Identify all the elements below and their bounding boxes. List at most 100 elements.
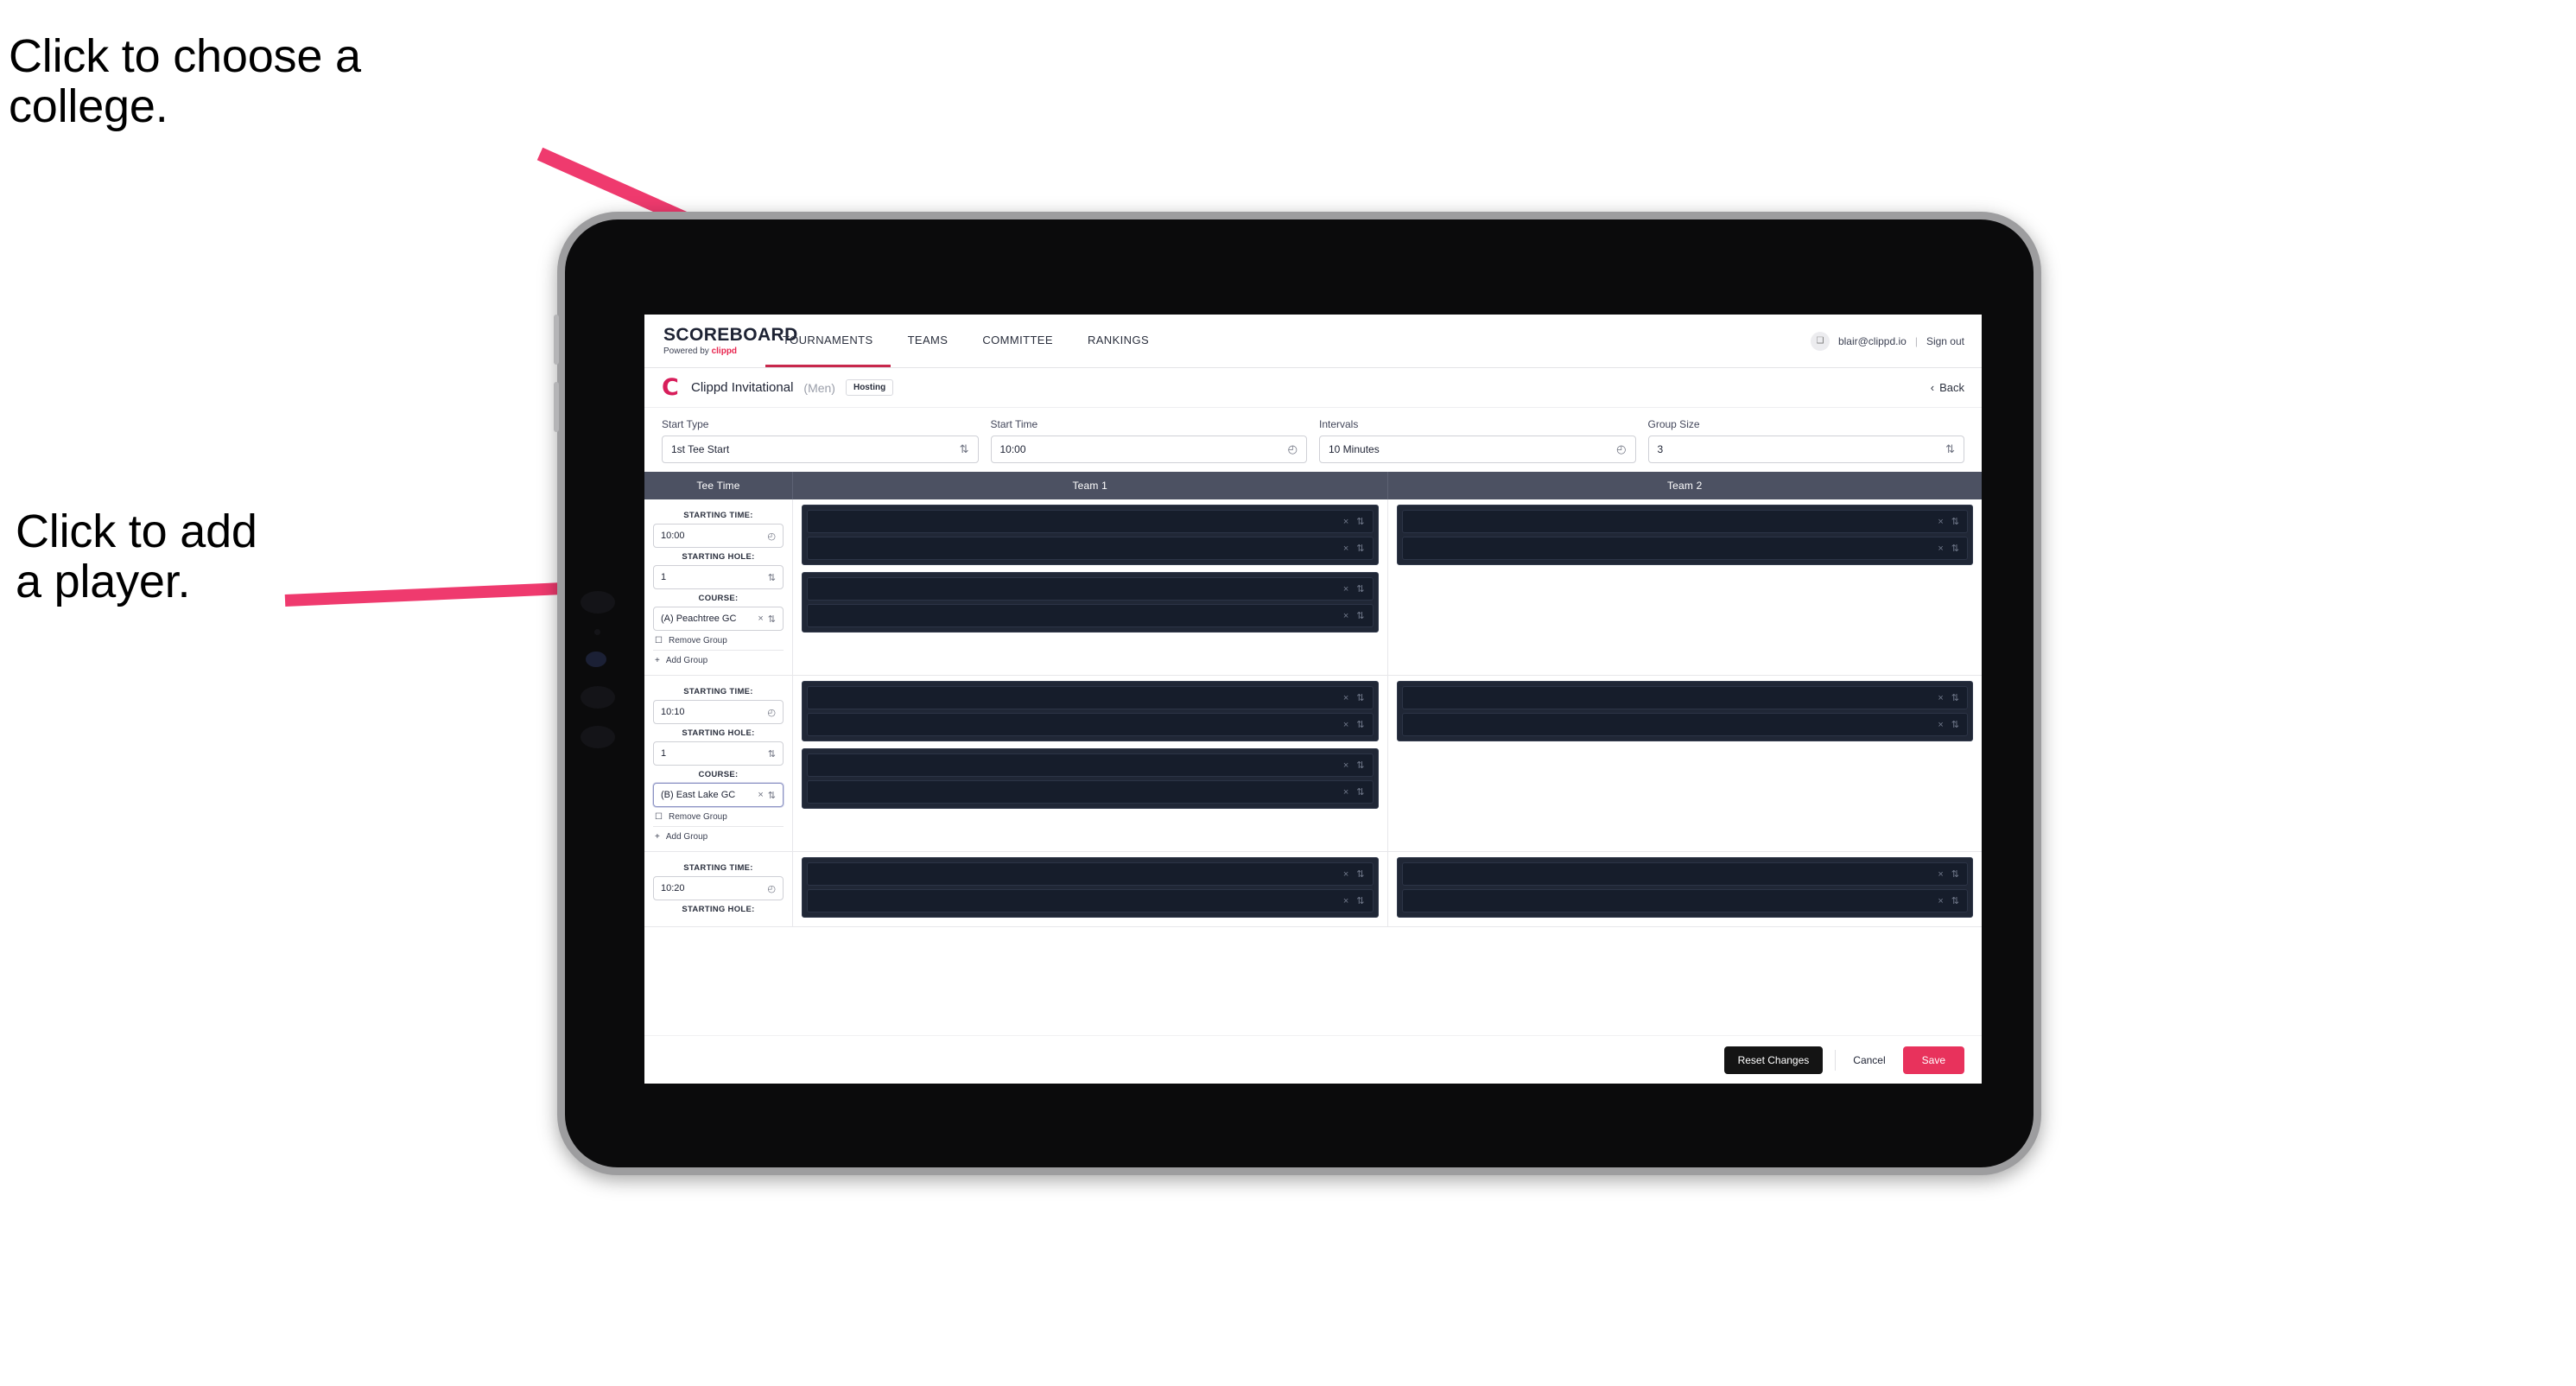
cancel-button[interactable]: Cancel <box>1848 1046 1890 1074</box>
player-slot[interactable]: × ⇅ <box>807 604 1374 627</box>
stepper-icon[interactable]: ⇅ <box>768 748 776 760</box>
clock-icon[interactable]: ◴ <box>1616 442 1626 456</box>
stepper-icon[interactable]: ⇅ <box>768 790 776 801</box>
volume-down-button[interactable] <box>554 382 559 432</box>
intervals-input[interactable]: 10 Minutes ◴ <box>1319 436 1636 463</box>
clear-player-icon[interactable]: × <box>1343 584 1348 594</box>
player-slot[interactable]: × ⇅ <box>807 510 1374 533</box>
back-button[interactable]: ‹ Back <box>1931 381 1964 394</box>
player-slot[interactable]: × ⇅ <box>1401 537 1968 560</box>
nav-tab-teams[interactable]: TEAMS <box>891 315 966 367</box>
player-slot[interactable]: × ⇅ <box>807 862 1374 886</box>
team-2-cell[interactable]: × ⇅ × ⇅ <box>1388 852 1983 926</box>
player-slot[interactable]: × ⇅ <box>807 537 1374 560</box>
player-slot[interactable]: × ⇅ <box>807 780 1374 804</box>
player-slot[interactable]: × ⇅ <box>1401 862 1968 886</box>
team-1-cell[interactable]: × ⇅ × ⇅ × ⇅ × ⇅ <box>793 676 1388 851</box>
team-2-cell[interactable]: × ⇅ × ⇅ <box>1388 676 1983 851</box>
player-slot[interactable]: × ⇅ <box>807 889 1374 912</box>
player-group[interactable]: × ⇅ × ⇅ <box>802 748 1379 809</box>
remove-group-button[interactable]: ☐ Remove Group <box>653 807 784 827</box>
stepper-icon[interactable]: ⇅ <box>768 614 776 625</box>
player-group[interactable]: × ⇅ × ⇅ <box>802 857 1379 918</box>
clock-icon[interactable]: ◴ <box>767 531 776 542</box>
reset-changes-button[interactable]: Reset Changes <box>1723 1046 1824 1074</box>
player-stepper-icon[interactable]: ⇅ <box>1951 868 1959 880</box>
clear-player-icon[interactable]: × <box>1343 787 1348 798</box>
player-slot[interactable]: × ⇅ <box>807 686 1374 709</box>
stepper-icon[interactable]: ⇅ <box>960 442 969 456</box>
starting-hole-input[interactable]: 1 ⇅ <box>653 565 784 589</box>
remove-group-button[interactable]: ☐ Remove Group <box>653 631 784 651</box>
player-slot[interactable]: × ⇅ <box>1401 510 1968 533</box>
course-select[interactable]: (B) East Lake GC × ⇅ <box>653 783 784 807</box>
starting-time-input[interactable]: 10:20 ◴ <box>653 876 784 900</box>
team-1-cell[interactable]: × ⇅ × ⇅ <box>793 852 1388 926</box>
nav-tab-committee[interactable]: COMMITTEE <box>965 315 1070 367</box>
stepper-icon[interactable]: ⇅ <box>768 572 776 583</box>
clear-player-icon[interactable]: × <box>1938 869 1943 880</box>
player-stepper-icon[interactable]: ⇅ <box>1951 719 1959 730</box>
clear-player-icon[interactable]: × <box>1938 720 1943 730</box>
player-group[interactable]: × ⇅ × ⇅ <box>1396 857 1973 918</box>
player-stepper-icon[interactable]: ⇅ <box>1356 583 1364 594</box>
nav-tab-tournaments[interactable]: TOURNAMENTS <box>765 315 891 367</box>
tee-time-table-body[interactable]: STARTING TIME: 10:00 ◴ STARTING HOLE: 1 ⇅ COUR… <box>644 499 1982 1035</box>
player-slot[interactable]: × ⇅ <box>807 577 1374 601</box>
start-type-select[interactable]: 1st Tee Start ⇅ <box>662 436 979 463</box>
player-stepper-icon[interactable]: ⇅ <box>1356 760 1364 771</box>
player-slot[interactable]: × ⇅ <box>807 713 1374 736</box>
starting-time-input[interactable]: 10:00 ◴ <box>653 524 784 548</box>
clear-player-icon[interactable]: × <box>1343 611 1348 621</box>
group-size-select[interactable]: 3 ⇅ <box>1647 436 1964 463</box>
player-stepper-icon[interactable]: ⇅ <box>1356 786 1364 798</box>
player-stepper-icon[interactable]: ⇅ <box>1951 516 1959 527</box>
avatar[interactable]: ❑ <box>1810 331 1830 351</box>
player-group[interactable]: × ⇅ × ⇅ <box>1396 681 1973 741</box>
clear-player-icon[interactable]: × <box>1343 760 1348 771</box>
save-button[interactable]: Save <box>1902 1046 1964 1074</box>
clear-player-icon[interactable]: × <box>1938 693 1943 703</box>
player-stepper-icon[interactable]: ⇅ <box>1356 543 1364 554</box>
team-2-cell[interactable]: × ⇅ × ⇅ <box>1388 499 1983 675</box>
volume-up-button[interactable] <box>554 315 559 365</box>
nav-tab-rankings[interactable]: RANKINGS <box>1070 315 1166 367</box>
clear-player-icon[interactable]: × <box>1343 720 1348 730</box>
clear-player-icon[interactable]: × <box>1343 693 1348 703</box>
player-stepper-icon[interactable]: ⇅ <box>1951 692 1959 703</box>
player-stepper-icon[interactable]: ⇅ <box>1951 543 1959 554</box>
clear-player-icon[interactable]: × <box>1938 544 1943 554</box>
start-time-input[interactable]: 10:00 ◴ <box>990 436 1307 463</box>
stepper-icon[interactable]: ⇅ <box>1945 442 1955 456</box>
clock-icon[interactable]: ◴ <box>767 707 776 718</box>
clear-course-icon[interactable]: × <box>758 790 763 800</box>
player-slot[interactable]: × ⇅ <box>1401 713 1968 736</box>
player-group[interactable]: × ⇅ × ⇅ <box>802 505 1379 565</box>
clear-player-icon[interactable]: × <box>1343 544 1348 554</box>
player-stepper-icon[interactable]: ⇅ <box>1356 719 1364 730</box>
brand-logo[interactable]: SCOREBOARD Powered by clippd <box>644 315 797 367</box>
player-stepper-icon[interactable]: ⇅ <box>1356 516 1364 527</box>
clock-icon[interactable]: ◴ <box>767 883 776 894</box>
player-slot[interactable]: × ⇅ <box>807 753 1374 777</box>
clear-player-icon[interactable]: × <box>1938 896 1943 906</box>
clear-player-icon[interactable]: × <box>1938 517 1943 527</box>
course-select[interactable]: (A) Peachtree GC × ⇅ <box>653 607 784 631</box>
team-1-cell[interactable]: × ⇅ × ⇅ × ⇅ × ⇅ <box>793 499 1388 675</box>
clock-icon[interactable]: ◴ <box>1288 442 1298 456</box>
clear-player-icon[interactable]: × <box>1343 517 1348 527</box>
player-stepper-icon[interactable]: ⇅ <box>1356 692 1364 703</box>
sign-out-link[interactable]: Sign out <box>1926 335 1964 347</box>
clear-course-icon[interactable]: × <box>758 614 763 624</box>
player-stepper-icon[interactable]: ⇅ <box>1356 610 1364 621</box>
starting-hole-input[interactable]: 1 ⇅ <box>653 741 784 766</box>
player-stepper-icon[interactable]: ⇅ <box>1356 895 1364 906</box>
add-group-button[interactable]: + Add Group <box>653 651 784 670</box>
player-stepper-icon[interactable]: ⇅ <box>1356 868 1364 880</box>
player-slot[interactable]: × ⇅ <box>1401 889 1968 912</box>
player-group[interactable]: × ⇅ × ⇅ <box>802 572 1379 633</box>
player-group[interactable]: × ⇅ × ⇅ <box>802 681 1379 741</box>
starting-time-input[interactable]: 10:10 ◴ <box>653 700 784 724</box>
player-slot[interactable]: × ⇅ <box>1401 686 1968 709</box>
add-group-button[interactable]: + Add Group <box>653 827 784 846</box>
